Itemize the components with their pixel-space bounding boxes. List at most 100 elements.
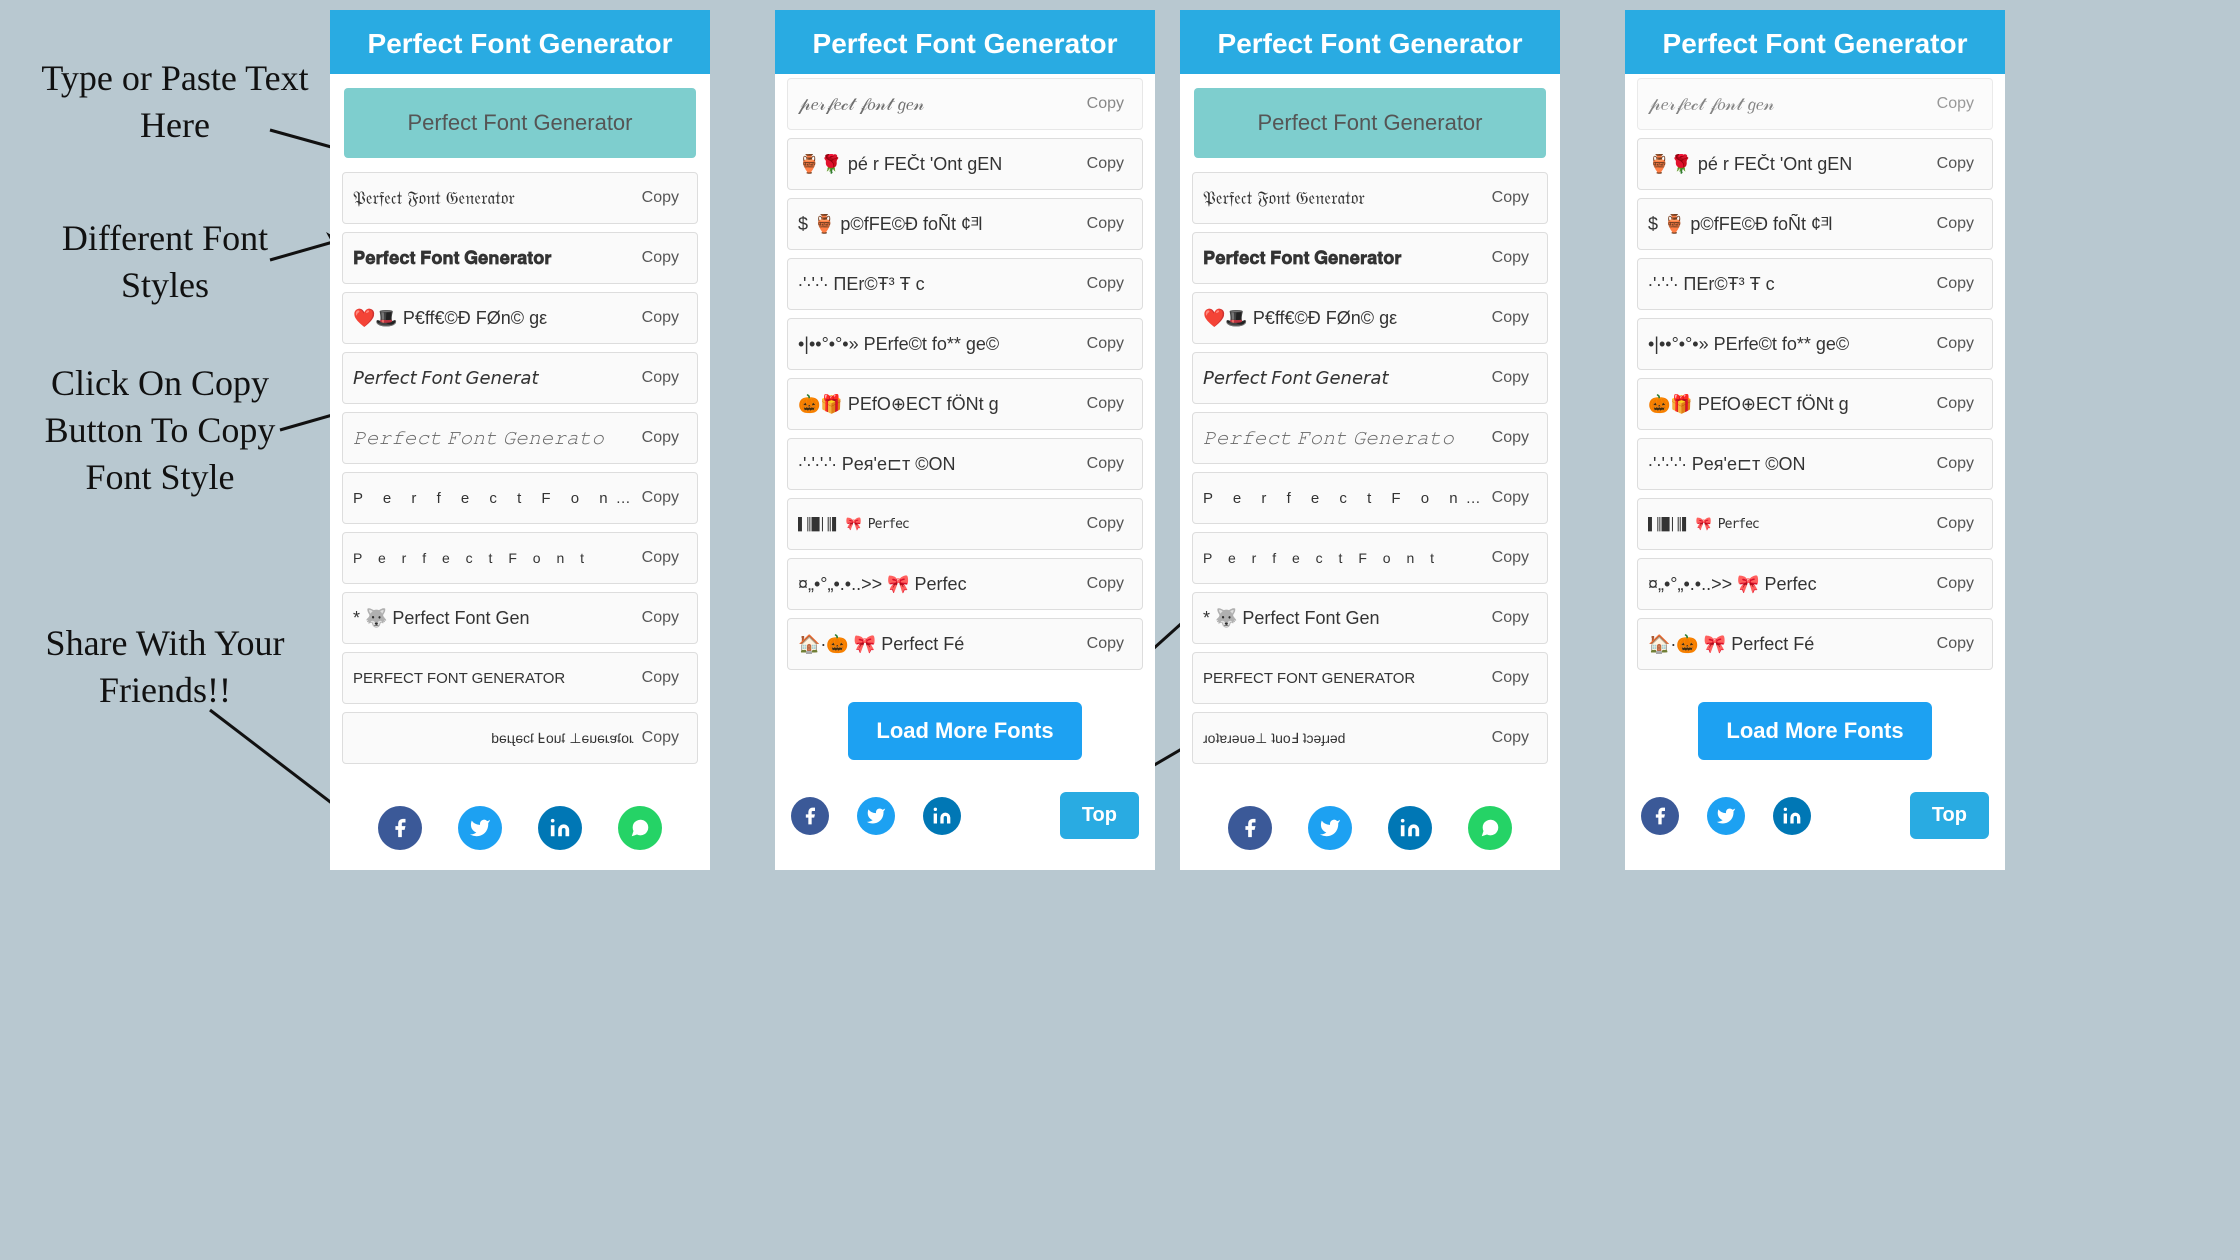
text-input-left-2[interactable] bbox=[1194, 88, 1546, 158]
font-row-5-right: ∙'∙'∙'∙'∙ Pея'e⊏т ©ON Copy bbox=[787, 438, 1143, 490]
font-row-5-left: P e r f e c t F o n t Copy bbox=[342, 472, 698, 524]
whatsapp-icon-left[interactable] bbox=[618, 806, 662, 850]
twitter-icon-right[interactable] bbox=[857, 797, 895, 835]
copy-btn-5-l2[interactable]: Copy bbox=[1484, 485, 1537, 511]
font-row-0-right: 🏺🌹 pé r FEČt 'Ont gEN Copy bbox=[787, 138, 1143, 190]
copy-btn-7-l2[interactable]: Copy bbox=[1484, 605, 1537, 631]
font-text-1-l2: 𝐏𝐞𝐫𝐟𝐞𝐜𝐭 𝐅𝐨𝐧𝐭 𝐆𝐞𝐧𝐞𝐫𝐚𝐭𝐨𝐫 bbox=[1203, 248, 1484, 269]
top-button[interactable]: Top bbox=[1060, 792, 1139, 839]
copy-btn-6-l2[interactable]: Copy bbox=[1484, 545, 1537, 571]
font-row-8-left: PERFECT FONT GENERATOR Copy bbox=[342, 652, 698, 704]
font-row-1-right: $ 🏺 p©fFE©Ð foÑt ¢ᴲl Copy bbox=[787, 198, 1143, 250]
copy-btn-9-l2[interactable]: Copy bbox=[1484, 725, 1537, 751]
copy-btn-0-r2[interactable]: Copy bbox=[1929, 151, 1982, 177]
twitter-icon-left[interactable] bbox=[458, 806, 502, 850]
linkedin-icon-right[interactable] bbox=[923, 797, 961, 835]
font-row-8-l2: PERFECT FONT GENERATOR Copy bbox=[1192, 652, 1548, 704]
twitter-icon-left-2[interactable] bbox=[1308, 806, 1352, 850]
copy-btn-2-left[interactable]: Copy bbox=[634, 305, 687, 331]
font-row-9-left: ɹoʇɐɹǝuǝ⊥ ʇuoℲ ʇɔǝɟɹǝd Copy bbox=[342, 712, 698, 764]
copy-btn-6-left[interactable]: Copy bbox=[634, 545, 687, 571]
annotation-share-left: Share With Your Friends!! bbox=[35, 620, 295, 714]
copy-btn-1-left[interactable]: Copy bbox=[634, 245, 687, 271]
font-text-8-left: PERFECT FONT GENERATOR bbox=[353, 670, 634, 687]
copy-btn-top-right[interactable]: Copy bbox=[1079, 91, 1132, 117]
font-text-5-right: ∙'∙'∙'∙'∙ Pея'e⊏т ©ON bbox=[798, 454, 1079, 475]
copy-btn-3-left[interactable]: Copy bbox=[634, 365, 687, 391]
copy-btn-7-right[interactable]: Copy bbox=[1079, 571, 1132, 597]
load-more-button[interactable]: Load More Fonts bbox=[848, 702, 1081, 760]
copy-btn-1-right[interactable]: Copy bbox=[1079, 211, 1132, 237]
copy-btn-2-r2[interactable]: Copy bbox=[1929, 271, 1982, 297]
panel-title-left: Perfect Font Generator bbox=[368, 28, 673, 59]
font-text-3-r2: •|••°•°•» PErfe©t fo** ge© bbox=[1648, 334, 1929, 355]
panel-header-right: Perfect Font Generator bbox=[775, 10, 1155, 74]
load-more-button-2[interactable]: Load More Fonts bbox=[1698, 702, 1931, 760]
font-text-4-right: 🎃🎁 PEfO⊕ECT fÖNt g bbox=[798, 394, 1079, 415]
font-text-7-left: * 🐺 Perfect Font Gen bbox=[353, 608, 634, 629]
linkedin-icon-left-2[interactable] bbox=[1388, 806, 1432, 850]
font-text-2-r2: ∙'∙'∙'∙ ΠЕr©Ŧ³ Ŧ c bbox=[1648, 274, 1929, 295]
font-text-2-right: ∙'∙'∙'∙ ΠЕr©Ŧ³ Ŧ c bbox=[798, 274, 1079, 295]
linkedin-icon-left[interactable] bbox=[538, 806, 582, 850]
panel-title-left-2: Perfect Font Generator bbox=[1218, 28, 1523, 59]
font-text-0-r2: 🏺🌹 pé r FEČt 'Ont gEN bbox=[1648, 154, 1929, 175]
facebook-icon-right-2[interactable] bbox=[1641, 797, 1679, 835]
font-row-9-l2: ɹoʇɐɹǝuǝ⊥ ʇuoℲ ʇɔǝɟɹǝd Copy bbox=[1192, 712, 1548, 764]
font-row-4-left: 𝙿𝚎𝚛𝚏𝚎𝚌𝚝 𝙵𝚘𝚗𝚝 𝙶𝚎𝚗𝚎𝚛𝚊𝚝𝚘 Copy bbox=[342, 412, 698, 464]
text-input-left[interactable] bbox=[344, 88, 696, 158]
copy-btn-1-l2[interactable]: Copy bbox=[1484, 245, 1537, 271]
font-row-6-r2: ▌║█│║▌ 🎀 Perfec Copy bbox=[1637, 498, 1993, 550]
top-button-2[interactable]: Top bbox=[1910, 792, 1989, 839]
copy-btn-6-r2[interactable]: Copy bbox=[1929, 511, 1982, 537]
copy-btn-8-r2[interactable]: Copy bbox=[1929, 631, 1982, 657]
font-row-0-r2: 🏺🌹 pé r FEČt 'Ont gEN Copy bbox=[1637, 138, 1993, 190]
copy-btn-3-l2[interactable]: Copy bbox=[1484, 365, 1537, 391]
font-text-3-l2: 𝘗𝘦𝘳𝘧𝘦𝘤𝘵 𝘍𝘰𝘯𝘵 𝘎𝘦𝘯𝘦𝘳𝘢𝘵 bbox=[1203, 368, 1484, 389]
copy-btn-3-r2[interactable]: Copy bbox=[1929, 331, 1982, 357]
font-text-8-r2: 🏠·🎃 🎀 Perfect Fé bbox=[1648, 634, 1929, 655]
font-row-top-r2: 𝓅𝑒𝓇𝒻𝑒𝒸𝓉 𝒻𝑜𝓃𝓉 𝑔𝑒𝓃 Copy bbox=[1637, 78, 1993, 130]
copy-btn-3-right[interactable]: Copy bbox=[1079, 331, 1132, 357]
font-text-0-right: 🏺🌹 pé r FEČt 'Ont gEN bbox=[798, 154, 1079, 175]
panel-title-right-2: Perfect Font Generator bbox=[1663, 28, 1968, 59]
copy-btn-8-right[interactable]: Copy bbox=[1079, 631, 1132, 657]
social-bar-left bbox=[330, 790, 710, 870]
copy-btn-5-r2[interactable]: Copy bbox=[1929, 451, 1982, 477]
font-row-6-right: ▌║█│║▌ 🎀 Perfec Copy bbox=[787, 498, 1143, 550]
copy-btn-0-right[interactable]: Copy bbox=[1079, 151, 1132, 177]
copy-btn-4-l2[interactable]: Copy bbox=[1484, 425, 1537, 451]
copy-btn-4-r2[interactable]: Copy bbox=[1929, 391, 1982, 417]
font-text-0-left: 𝔓𝔢𝔯𝔣𝔢𝔠𝔱 𝔉𝔬𝔫𝔱 𝔊𝔢𝔫𝔢𝔯𝔞𝔱𝔬𝔯 bbox=[353, 188, 634, 209]
font-row-2-right: ∙'∙'∙'∙ ΠЕr©Ŧ³ Ŧ c Copy bbox=[787, 258, 1143, 310]
whatsapp-icon-left-2[interactable] bbox=[1468, 806, 1512, 850]
font-row-6-left: P e r f e c t F o n t Copy bbox=[342, 532, 698, 584]
facebook-icon-right[interactable] bbox=[791, 797, 829, 835]
copy-btn-9-left[interactable]: Copy bbox=[634, 725, 687, 751]
copy-btn-0-l2[interactable]: Copy bbox=[1484, 185, 1537, 211]
copy-btn-5-left[interactable]: Copy bbox=[634, 485, 687, 511]
copy-btn-0-left[interactable]: Copy bbox=[634, 185, 687, 211]
copy-btn-2-l2[interactable]: Copy bbox=[1484, 305, 1537, 331]
copy-btn-6-right[interactable]: Copy bbox=[1079, 511, 1132, 537]
copy-btn-4-left[interactable]: Copy bbox=[634, 425, 687, 451]
copy-btn-7-r2[interactable]: Copy bbox=[1929, 571, 1982, 597]
copy-btn-1-r2[interactable]: Copy bbox=[1929, 211, 1982, 237]
copy-btn-5-right[interactable]: Copy bbox=[1079, 451, 1132, 477]
linkedin-icon-right-2[interactable] bbox=[1773, 797, 1811, 835]
font-row-3-right: •|••°•°•» PErfe©t fo** ge© Copy bbox=[787, 318, 1143, 370]
twitter-icon-right-2[interactable] bbox=[1707, 797, 1745, 835]
copy-btn-2-right[interactable]: Copy bbox=[1079, 271, 1132, 297]
facebook-icon-left-2[interactable] bbox=[1228, 806, 1272, 850]
copy-btn-8-left[interactable]: Copy bbox=[634, 665, 687, 691]
facebook-icon-left[interactable] bbox=[378, 806, 422, 850]
font-row-1-l2: 𝐏𝐞𝐫𝐟𝐞𝐜𝐭 𝐅𝐨𝐧𝐭 𝐆𝐞𝐧𝐞𝐫𝐚𝐭𝐨𝐫 Copy bbox=[1192, 232, 1548, 284]
phone-panel-left: Perfect Font Generator 𝔓𝔢𝔯𝔣𝔢𝔠𝔱 𝔉𝔬𝔫𝔱 𝔊𝔢𝔫𝔢… bbox=[330, 10, 710, 870]
social-bar-left-2 bbox=[1180, 790, 1560, 870]
copy-btn-7-left[interactable]: Copy bbox=[634, 605, 687, 631]
copy-btn-4-right[interactable]: Copy bbox=[1079, 391, 1132, 417]
panel-header-left: Perfect Font Generator bbox=[330, 10, 710, 74]
copy-btn-8-l2[interactable]: Copy bbox=[1484, 665, 1537, 691]
copy-btn-top-r2[interactable]: Copy bbox=[1929, 91, 1982, 117]
font-text-8-right: 🏠·🎃 🎀 Perfect Fé bbox=[798, 634, 1079, 655]
